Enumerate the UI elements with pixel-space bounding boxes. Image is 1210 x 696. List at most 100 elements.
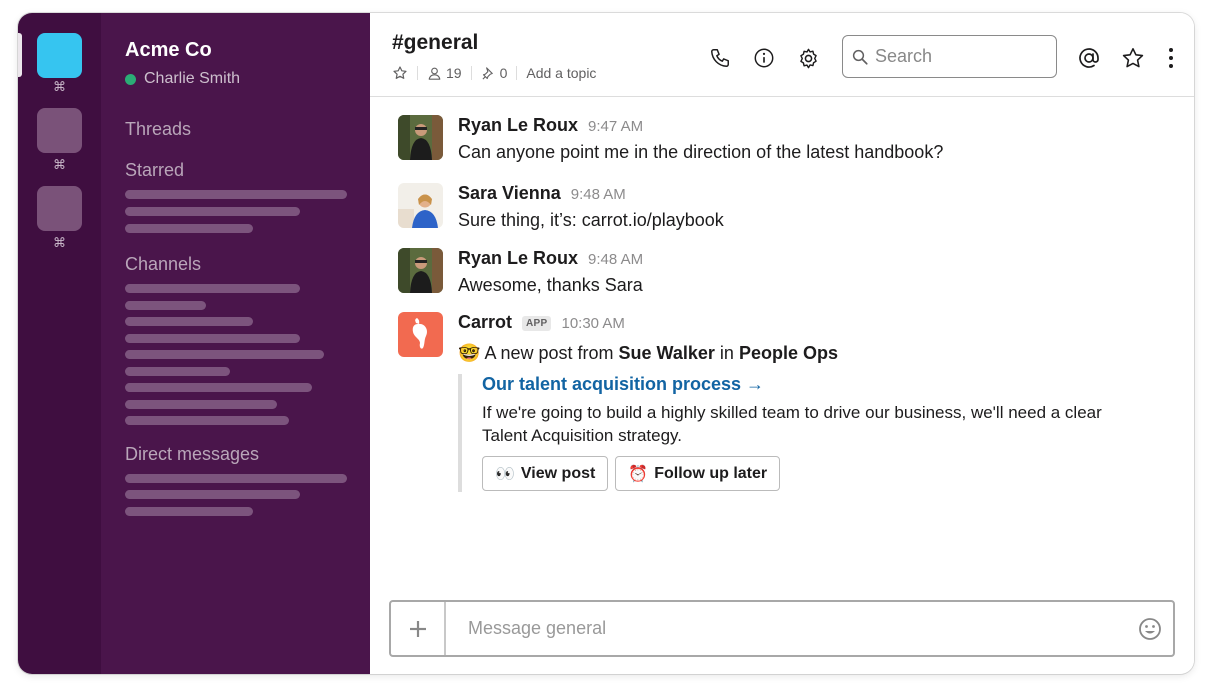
channel-item-placeholder[interactable] [125, 284, 300, 293]
message: Ryan Le Roux 9:48 AM Awesome, thanks Sar… [398, 248, 1174, 300]
plus-icon [409, 620, 426, 637]
channel-meta: 19 0 Add a topic [392, 65, 596, 81]
message-text-in: in [719, 343, 734, 363]
message-author[interactable]: Ryan Le Roux [458, 248, 578, 269]
call-button[interactable] [708, 46, 732, 70]
avatar-sara[interactable] [398, 183, 443, 228]
at-icon [1079, 48, 1099, 68]
presence-indicator [125, 73, 136, 85]
message-input[interactable] [446, 618, 1127, 639]
starred-item-placeholder[interactable] [125, 224, 253, 233]
starred-items-button[interactable] [1121, 46, 1145, 70]
channel-sidebar: Acme Co Charlie Smith Threads Starred Ch… [101, 13, 370, 674]
workspace-rail: ⌘ ⌘ ⌘ [18, 13, 101, 674]
channel-item-placeholder[interactable] [125, 416, 289, 425]
search-icon [852, 49, 868, 65]
message: Carrot APP 10:30 AM 🤓 A new post from Su… [398, 312, 1174, 372]
starred-item-placeholder[interactable] [125, 207, 300, 216]
attach-button[interactable] [391, 602, 446, 655]
person-icon [428, 67, 441, 80]
team-name-mention[interactable]: People Ops [739, 343, 838, 363]
carrot-logo-icon [412, 318, 428, 349]
phone-icon [711, 49, 729, 67]
message-text: 🤓 A new post from Sue Walker in People O… [458, 343, 838, 364]
sidebar-section-starred[interactable]: Starred [125, 160, 184, 181]
channel-settings-button[interactable] [796, 46, 820, 70]
message-text: Can anyone point me in the direction of … [458, 142, 944, 162]
member-count: 19 [446, 65, 462, 81]
follow-up-later-button[interactable]: ⏰ Follow up later [615, 456, 781, 491]
divider [417, 66, 418, 80]
message-author[interactable]: Sara Vienna [458, 183, 561, 204]
gear-icon [799, 48, 817, 68]
avatar-carrot-app[interactable] [398, 312, 443, 357]
channel-header: #general 19 0 Add a topic [370, 13, 1194, 97]
channel-item-placeholder[interactable] [125, 400, 277, 409]
message-time[interactable]: 9:48 AM [588, 251, 643, 268]
message-author[interactable]: Ryan Le Roux [458, 115, 578, 136]
search-box[interactable] [842, 35, 1057, 78]
message-header: Sara Vienna 9:48 AM [458, 183, 626, 204]
message-header: Carrot APP 10:30 AM [458, 312, 625, 333]
message-composer [389, 600, 1175, 657]
more-actions-button[interactable] [1159, 46, 1183, 70]
message-text-prefix: A new post from [484, 343, 614, 363]
divider [470, 66, 472, 80]
more-vertical-icon [1169, 48, 1173, 68]
sidebar-section-channels[interactable]: Channels [125, 254, 201, 275]
channel-item-placeholder[interactable] [125, 301, 206, 310]
add-topic-link[interactable]: Add a topic [526, 65, 596, 81]
message: Ryan Le Roux 9:47 AM Can anyone point me… [398, 115, 1174, 167]
attachment-text: If we're going to build a highly skilled… [482, 403, 1102, 445]
button-label: Follow up later [654, 464, 768, 482]
pinned-count-button[interactable]: 0 [481, 65, 507, 81]
smiley-icon [1139, 617, 1161, 640]
avatar-ryan[interactable] [398, 115, 443, 160]
message-time[interactable]: 10:30 AM [561, 315, 624, 332]
message-time[interactable]: 9:47 AM [588, 118, 643, 135]
team-name[interactable]: Acme Co [125, 39, 212, 62]
current-user[interactable]: Charlie Smith [125, 70, 240, 88]
channel-item-placeholder[interactable] [125, 350, 324, 359]
channel-item-placeholder[interactable] [125, 334, 300, 343]
workspace-shortcut-3: ⌘ [53, 236, 66, 251]
member-count-button[interactable]: 19 [427, 65, 462, 81]
emoji-picker-button[interactable] [1127, 617, 1173, 641]
search-input[interactable] [875, 46, 1035, 67]
mentions-button[interactable] [1076, 46, 1102, 70]
eyes-emoji-icon: 👀 [495, 465, 515, 483]
dm-item-placeholder[interactable] [125, 507, 253, 516]
message-header: Ryan Le Roux 9:48 AM [458, 248, 643, 269]
post-author[interactable]: Sue Walker [619, 343, 715, 363]
star-channel-button[interactable] [392, 65, 408, 81]
view-post-button[interactable]: 👀 View post [482, 456, 609, 491]
workspace-button-1[interactable] [37, 33, 82, 78]
attachment-title-link[interactable]: Our talent acquisition process → [482, 374, 1118, 395]
starred-item-placeholder[interactable] [125, 190, 347, 199]
message-time[interactable]: 9:48 AM [571, 186, 626, 203]
channel-item-placeholder[interactable] [125, 383, 312, 392]
workspace-shortcut-2: ⌘ [53, 158, 66, 173]
app-badge: APP [522, 316, 552, 331]
user-name: Charlie Smith [144, 70, 241, 87]
message-header: Ryan Le Roux 9:47 AM [458, 115, 643, 136]
sidebar-section-direct-messages[interactable]: Direct messages [125, 444, 259, 465]
sidebar-item-threads[interactable]: Threads [125, 119, 191, 140]
channel-item-placeholder[interactable] [125, 317, 253, 326]
button-label: View post [520, 464, 596, 482]
channel-title[interactable]: #general [392, 31, 478, 55]
attachment-actions: 👀 View post ⏰ Follow up later [482, 456, 1118, 491]
channel-item-placeholder[interactable] [125, 367, 230, 376]
message-author[interactable]: Carrot [458, 312, 512, 333]
nerd-face-emoji-icon: 🤓 [458, 343, 481, 363]
info-icon [754, 48, 774, 68]
avatar-ryan[interactable] [398, 248, 443, 293]
channel-pane: #general 19 0 Add a topic Search Ryan Le… [370, 13, 1194, 674]
workspace-button-2[interactable] [37, 108, 82, 153]
message: Sara Vienna 9:48 AM Sure thing, it’s: ca… [398, 183, 1174, 235]
dm-item-placeholder[interactable] [125, 490, 300, 499]
workspace-button-3[interactable] [37, 186, 82, 231]
dm-item-placeholder[interactable] [125, 474, 347, 483]
channel-info-button[interactable] [752, 46, 776, 70]
avatar-image [398, 183, 443, 228]
